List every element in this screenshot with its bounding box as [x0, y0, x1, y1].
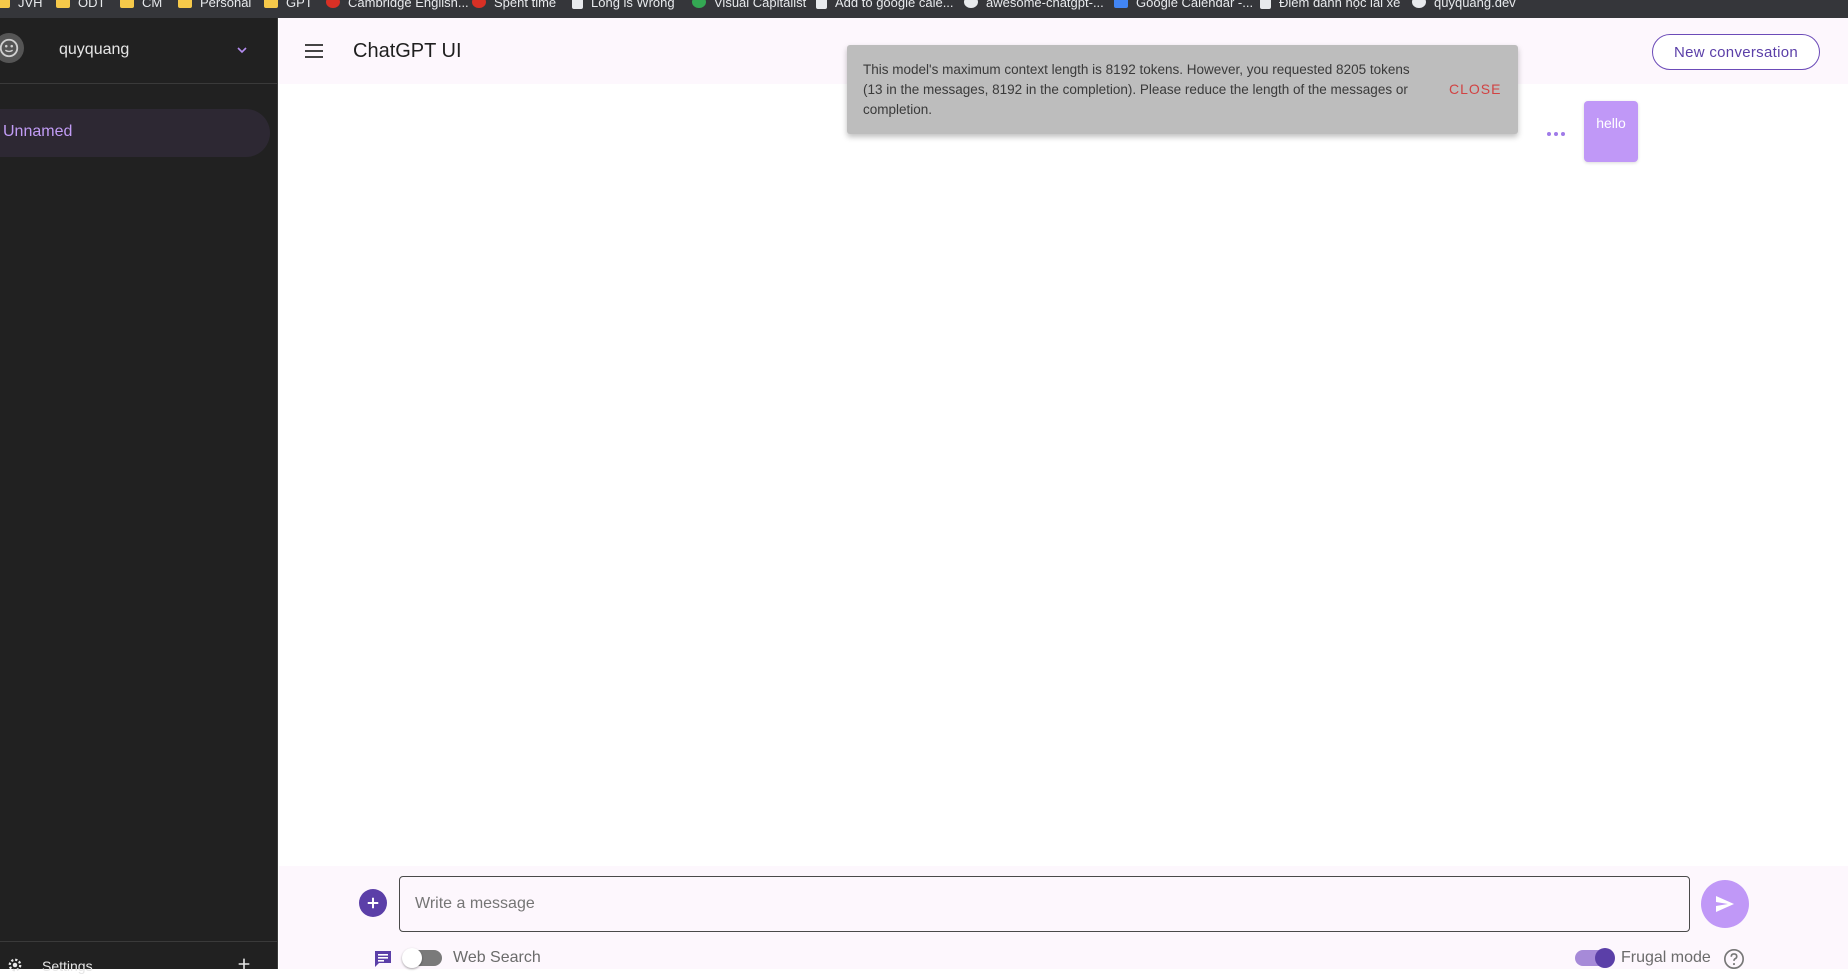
bookmark-item[interactable]: Add to google cale... — [816, 0, 954, 11]
folder-icon — [264, 0, 278, 8]
avatar-face-icon — [0, 38, 19, 58]
send-button[interactable] — [1701, 880, 1749, 928]
doc-icon — [572, 0, 583, 9]
site-icon — [472, 0, 486, 8]
main-panel: ChatGPT UI New conversation This model's… — [279, 18, 1848, 969]
plus-icon — [367, 897, 379, 909]
user-message-bubble: hello — [1584, 101, 1638, 162]
gear-icon[interactable] — [6, 956, 24, 974]
username: quyquang — [59, 41, 130, 58]
chevron-down-icon[interactable] — [234, 42, 250, 58]
folder-icon — [56, 0, 70, 8]
bookmark-item[interactable]: Cambridge English... — [326, 0, 469, 11]
site-icon — [692, 0, 706, 8]
bookmark-item[interactable]: GPT — [264, 0, 313, 11]
github-icon — [1412, 0, 1426, 8]
folder-icon — [0, 0, 10, 8]
error-snackbar: This model's maximum context length is 8… — [847, 45, 1518, 134]
calendar-icon — [1114, 0, 1128, 8]
prompt-list-icon[interactable] — [373, 950, 393, 968]
snackbar-close-button[interactable]: CLOSE — [1449, 81, 1501, 97]
bookmark-item[interactable]: Long is Wrong — [572, 0, 675, 11]
bookmark-item[interactable]: quyquang.dev — [1412, 0, 1516, 11]
bookmark-item[interactable]: Điểm danh học lái xe — [1260, 0, 1400, 11]
menu-icon[interactable] — [303, 42, 325, 60]
user-menu[interactable]: quyquang — [0, 18, 278, 84]
web-search-label: Web Search — [453, 949, 541, 966]
conversation-label: Unnamed — [3, 123, 73, 140]
github-icon — [964, 0, 978, 8]
message-input[interactable] — [399, 876, 1690, 932]
help-icon[interactable] — [1723, 948, 1745, 970]
frugal-mode-toggle[interactable] — [1575, 948, 1615, 968]
message-options-icon[interactable] — [1546, 130, 1566, 138]
bookmark-item[interactable]: JVH — [0, 0, 43, 11]
web-search-toggle[interactable] — [402, 948, 442, 968]
bookmark-item[interactable]: Spent time — [472, 0, 556, 11]
bookmark-item[interactable]: ODT — [56, 0, 105, 11]
toggle-knob — [402, 948, 422, 968]
bookmark-item[interactable]: awesome-chatgpt-... — [964, 0, 1104, 11]
sidebar-footer: Settings — [0, 941, 278, 974]
send-icon — [1716, 896, 1734, 912]
bookmark-item[interactable]: Personal — [178, 0, 251, 11]
snackbar-message: This model's maximum context length is 8… — [863, 62, 1410, 117]
bookmark-item[interactable]: CM — [120, 0, 162, 11]
conversation-item-unnamed[interactable]: Unnamed — [0, 109, 270, 157]
bookmark-item[interactable]: Google Calendar -... — [1114, 0, 1253, 11]
doc-icon — [1260, 0, 1271, 9]
settings-label[interactable]: Settings — [42, 958, 93, 974]
plus-icon[interactable] — [236, 956, 252, 972]
bookmarks-bar: JVH ODT CM Personal GPT Cambridge Englis… — [0, 0, 1848, 18]
new-conversation-button[interactable]: New conversation — [1652, 34, 1820, 70]
toggle-knob — [1595, 948, 1615, 968]
folder-icon — [178, 0, 192, 8]
folder-icon — [120, 0, 134, 8]
bookmark-item[interactable]: Visual Capitalist — [692, 0, 806, 11]
page-title: ChatGPT UI — [353, 40, 462, 62]
add-attachment-button[interactable] — [359, 889, 387, 917]
frugal-mode-label: Frugal mode — [1621, 949, 1711, 966]
avatar — [0, 33, 24, 63]
doc-icon — [816, 0, 827, 9]
site-icon — [326, 0, 340, 8]
sidebar: quyquang Unnamed Settings — [0, 18, 278, 974]
